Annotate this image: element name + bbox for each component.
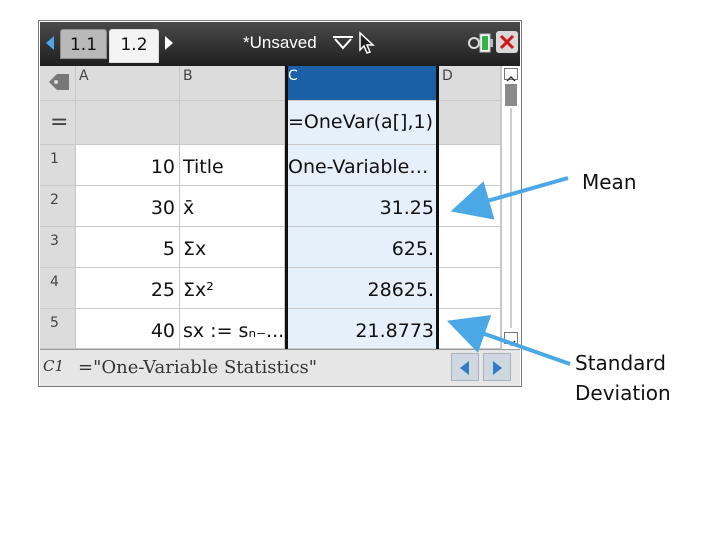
mouse-pointer-icon	[359, 31, 375, 54]
chevron-up-icon	[506, 75, 516, 82]
formula-cell-c[interactable]: =OneVar(a[],1)	[285, 101, 439, 145]
cell-d3[interactable]	[439, 227, 501, 268]
column-header-d[interactable]: D	[439, 66, 501, 101]
cell-a2[interactable]: 30	[76, 186, 180, 227]
calculator-screen: 1.1 1.2 *Unsaved A B C D = =OneVar(a[],1…	[38, 20, 522, 387]
column-header-a[interactable]: A	[76, 66, 180, 101]
arrow-right-icon	[493, 361, 502, 375]
cell-b2[interactable]: x̄	[180, 186, 285, 227]
scroll-track[interactable]	[510, 108, 512, 328]
cell-a4[interactable]: 25	[76, 268, 180, 309]
cell-d1[interactable]	[439, 145, 501, 186]
formula-cell-d[interactable]	[439, 101, 501, 145]
battery-icon	[468, 33, 493, 53]
cell-b1[interactable]: Title	[180, 145, 285, 186]
scroll-up-button[interactable]	[504, 68, 518, 82]
entry-scroll-left-button[interactable]	[451, 353, 479, 381]
next-page-arrow-icon[interactable]	[165, 36, 173, 50]
annotation-sd-line1: Standard	[575, 351, 666, 375]
cell-a5[interactable]: 40	[76, 309, 180, 349]
tab-page-1-2[interactable]: 1.2	[109, 29, 159, 63]
cell-c4[interactable]: 28625.	[285, 268, 439, 309]
cell-c5[interactable]: 21.8773	[285, 309, 439, 349]
corner-cell[interactable]	[40, 66, 76, 101]
cell-a1[interactable]: 10	[76, 145, 180, 186]
cell-b3[interactable]: Σx	[180, 227, 285, 268]
document-title: *Unsaved	[243, 33, 317, 52]
column-header-c[interactable]: C	[285, 66, 439, 101]
top-bar: 1.1 1.2 *Unsaved	[40, 22, 520, 66]
cell-c1[interactable]: One-Variable…	[285, 145, 439, 186]
close-icon[interactable]	[496, 31, 518, 53]
formula-row-marker: =	[40, 101, 76, 145]
dropdown-caret-icon[interactable]	[332, 34, 354, 50]
cell-d4[interactable]	[439, 268, 501, 309]
tag-icon	[49, 74, 69, 90]
cell-c2[interactable]: 31.25	[285, 186, 439, 227]
row-number[interactable]: 1	[40, 145, 76, 186]
cell-d2[interactable]	[439, 186, 501, 227]
row-number[interactable]: 3	[40, 227, 76, 268]
formula-cell-b[interactable]	[180, 101, 285, 145]
annotation-sd-line2: Deviation	[575, 381, 671, 405]
chevron-down-icon	[506, 340, 516, 347]
scroll-thumb[interactable]	[505, 84, 517, 106]
prev-page-arrow-icon[interactable]	[46, 36, 54, 50]
cell-a3[interactable]: 5	[76, 227, 180, 268]
formula-cell-a[interactable]	[76, 101, 180, 145]
arrow-left-icon	[460, 361, 469, 375]
cell-d5[interactable]	[439, 309, 501, 349]
vertical-scrollbar[interactable]	[501, 66, 521, 349]
entry-line-value[interactable]: ="One-Variable Statistics"	[78, 357, 317, 378]
cell-b4[interactable]: Σx²	[180, 268, 285, 309]
spreadsheet-grid: A B C D = =OneVar(a[],1) 1 10 Title One-…	[40, 66, 521, 349]
cell-c3[interactable]: 625.	[285, 227, 439, 268]
row-number[interactable]: 4	[40, 268, 76, 309]
column-header-b[interactable]: B	[180, 66, 285, 101]
row-number[interactable]: 5	[40, 309, 76, 349]
entry-line[interactable]: C1 ="One-Variable Statistics"	[40, 349, 520, 386]
scroll-down-button[interactable]	[504, 332, 518, 347]
active-cell-reference: C1	[43, 357, 65, 375]
cell-b5[interactable]: sx := sₙ₋...	[180, 309, 285, 349]
annotation-mean: Mean	[582, 170, 637, 194]
entry-scroll-right-button[interactable]	[483, 353, 511, 381]
annotation-standard-deviation: Standard Deviation	[575, 348, 671, 408]
row-number[interactable]: 2	[40, 186, 76, 227]
tab-page-1-1[interactable]: 1.1	[60, 29, 107, 59]
